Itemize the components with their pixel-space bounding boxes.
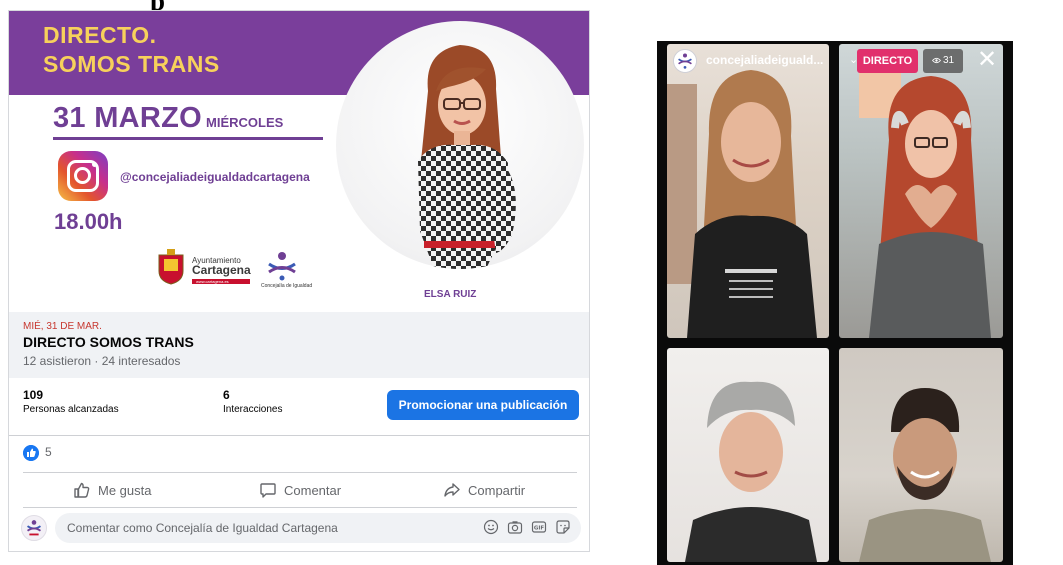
reach-label: Personas alcanzadas	[23, 404, 119, 415]
interactions-value: 6	[223, 388, 230, 402]
instagram-live-screenshot: concejaliadeiguald... ⌄ DIRECTO 31 ✕	[597, 25, 1059, 565]
guest-name: ELSA RUIZ	[424, 289, 477, 300]
event-info[interactable]: MIÉ, 31 DE MAR. DIRECTO SOMOS TRANS 12 a…	[9, 312, 589, 378]
interactions-label: Interacciones	[223, 404, 283, 415]
page-avatar[interactable]	[21, 515, 47, 541]
eye-icon	[931, 57, 941, 63]
viewer-count: 31	[942, 55, 955, 66]
instagram-logo-icon	[58, 151, 108, 201]
poster-instagram-handle: @concejaliadeigualdadcartagena	[120, 170, 310, 184]
poster-date: 31 MARZO MIÉRCOLES	[53, 102, 323, 140]
city-hall-url: www.cartagena.es	[196, 279, 229, 284]
like-button[interactable]: Me gusta	[73, 473, 151, 507]
event-title[interactable]: DIRECTO SOMOS TRANS	[23, 334, 194, 350]
city-hall-url-bar: www.cartagena.es	[192, 279, 250, 284]
reach-value: 109	[23, 388, 44, 402]
facebook-event-post: DIRECTO. SOMOS TRANS 31 MARZO MIÉRCOLES …	[8, 10, 590, 552]
post-actions: Me gusta Comentar Compartir	[23, 472, 577, 508]
event-date: MIÉ, 31 DE MAR.	[23, 321, 102, 332]
comment-input[interactable]: Comentar como Concejalía de Igualdad Car…	[55, 513, 581, 543]
comment-composer: Comentar como Concejalía de Igualdad Car…	[21, 513, 581, 545]
live-participant-tile[interactable]	[667, 348, 829, 562]
camera-icon[interactable]	[507, 519, 523, 535]
share-label: Compartir	[468, 482, 526, 498]
guest-photo	[336, 21, 584, 269]
poster-time: 18.00h	[54, 209, 123, 234]
live-badge: DIRECTO	[857, 49, 918, 73]
comment-tools: GIF	[483, 519, 571, 535]
equality-dept-logo-icon	[268, 252, 296, 281]
poster-title-line-2: SOMOS TRANS	[43, 51, 220, 77]
close-icon[interactable]: ✕	[975, 47, 999, 73]
like-label: Me gusta	[98, 482, 152, 498]
poster-title: DIRECTO. SOMOS TRANS	[43, 21, 220, 79]
comment-icon	[260, 483, 276, 498]
live-video-grid: concejaliadeiguald... ⌄ DIRECTO 31 ✕	[657, 41, 1013, 565]
city-crest-icon	[158, 249, 184, 285]
svg-text:GIF: GIF	[534, 526, 545, 532]
poster-date-main: 31 MARZO	[53, 102, 203, 134]
live-header: concejaliadeiguald... ⌄ DIRECTO 31 ✕	[667, 46, 1003, 76]
poster-title-line-1: DIRECTO.	[43, 22, 157, 48]
like-reaction-icon	[23, 445, 39, 461]
share-button[interactable]: Compartir	[443, 473, 525, 507]
event-attendance: 12 asistieron · 24 interesados	[23, 354, 181, 368]
viewer-count-badge[interactable]: 31	[923, 49, 963, 73]
city-hall-name: Cartagena	[192, 263, 251, 277]
gif-icon[interactable]: GIF	[531, 519, 547, 535]
live-participant-tile[interactable]	[839, 348, 1003, 562]
poster-weekday: MIÉRCOLES	[206, 115, 284, 130]
account-avatar[interactable]	[673, 49, 697, 73]
live-participant-tile[interactable]	[667, 44, 829, 338]
share-arrow-icon	[444, 483, 460, 497]
event-poster-image[interactable]: DIRECTO. SOMOS TRANS 31 MARZO MIÉRCOLES …	[9, 11, 589, 312]
promote-post-button[interactable]: Promocionar una publicación	[387, 390, 579, 420]
equality-dept-label: Concejalía de Igualdad	[261, 283, 313, 289]
comment-placeholder: Comentar como Concejalía de Igualdad Car…	[67, 521, 338, 535]
thumbs-up-icon	[74, 482, 90, 498]
post-insights: 109 Personas alcanzadas 6 Interacciones …	[9, 378, 589, 436]
live-account-name[interactable]: concejaliadeiguald...	[706, 53, 823, 67]
sticker-icon[interactable]	[555, 519, 571, 535]
reactions-count: 5	[45, 445, 52, 459]
comment-label: Comentar	[284, 482, 342, 498]
comment-button[interactable]: Comentar	[259, 473, 341, 507]
live-participant-tile[interactable]	[839, 44, 1003, 338]
emoji-icon[interactable]	[483, 519, 499, 535]
